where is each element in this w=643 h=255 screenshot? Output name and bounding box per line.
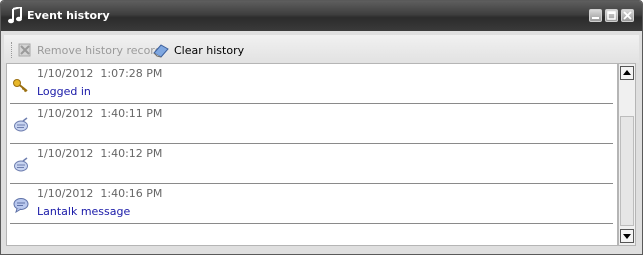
remove-history-record-button[interactable]: Remove history record	[17, 41, 162, 59]
arrow-up-icon	[623, 70, 631, 75]
toolbar: Remove history record Clear history	[4, 35, 639, 63]
list-item[interactable]: 1/10/2012 1:40:12 PM	[7, 144, 613, 184]
event-history-window: Event history Remove history record Clea…	[0, 0, 643, 255]
title-bar[interactable]: Event history	[1, 1, 642, 31]
close-button[interactable]	[621, 9, 634, 22]
vertical-scrollbar[interactable]	[618, 63, 636, 246]
eraser-icon	[153, 44, 169, 58]
scroll-up-button[interactable]	[620, 66, 634, 80]
remove-history-record-label: Remove history record	[37, 43, 162, 57]
minimize-button[interactable]	[589, 9, 602, 22]
arrow-down-icon	[623, 234, 631, 239]
speech-bubble-icon	[12, 196, 30, 214]
maximize-icon	[607, 11, 616, 20]
window-title: Event history	[27, 9, 110, 22]
list-item[interactable]: 1/10/2012 1:40:11 PM	[7, 104, 613, 144]
clear-history-label: Clear history	[174, 43, 245, 57]
minimize-icon	[592, 17, 599, 19]
toolbar-grip[interactable]	[11, 42, 14, 58]
maximize-button[interactable]	[605, 9, 618, 22]
event-timestamp: 1/10/2012 1:07:28 PM	[37, 67, 163, 80]
scrollbar-thumb[interactable]	[620, 116, 634, 226]
event-timestamp: 1/10/2012 1:40:11 PM	[37, 107, 163, 120]
event-message: Lantalk message	[37, 205, 131, 218]
close-icon	[623, 11, 632, 20]
key-icon	[12, 76, 30, 94]
chat-icon	[12, 156, 30, 174]
music-note-icon	[7, 5, 23, 25]
event-list[interactable]: 1/10/2012 1:07:28 PM Logged in 1/10/2012…	[6, 63, 618, 246]
clear-history-button[interactable]: Clear history	[152, 41, 244, 59]
event-timestamp: 1/10/2012 1:40:16 PM	[37, 187, 163, 200]
scroll-down-button[interactable]	[620, 229, 634, 243]
list-item[interactable]: 1/10/2012 1:07:28 PM Logged in	[7, 64, 613, 104]
remove-record-icon	[18, 43, 31, 57]
list-item[interactable]: 1/10/2012 1:40:16 PM Lantalk message	[7, 184, 613, 224]
chat-icon	[12, 116, 30, 134]
row-divider	[10, 223, 613, 224]
event-timestamp: 1/10/2012 1:40:12 PM	[37, 147, 163, 160]
event-message: Logged in	[37, 85, 91, 98]
